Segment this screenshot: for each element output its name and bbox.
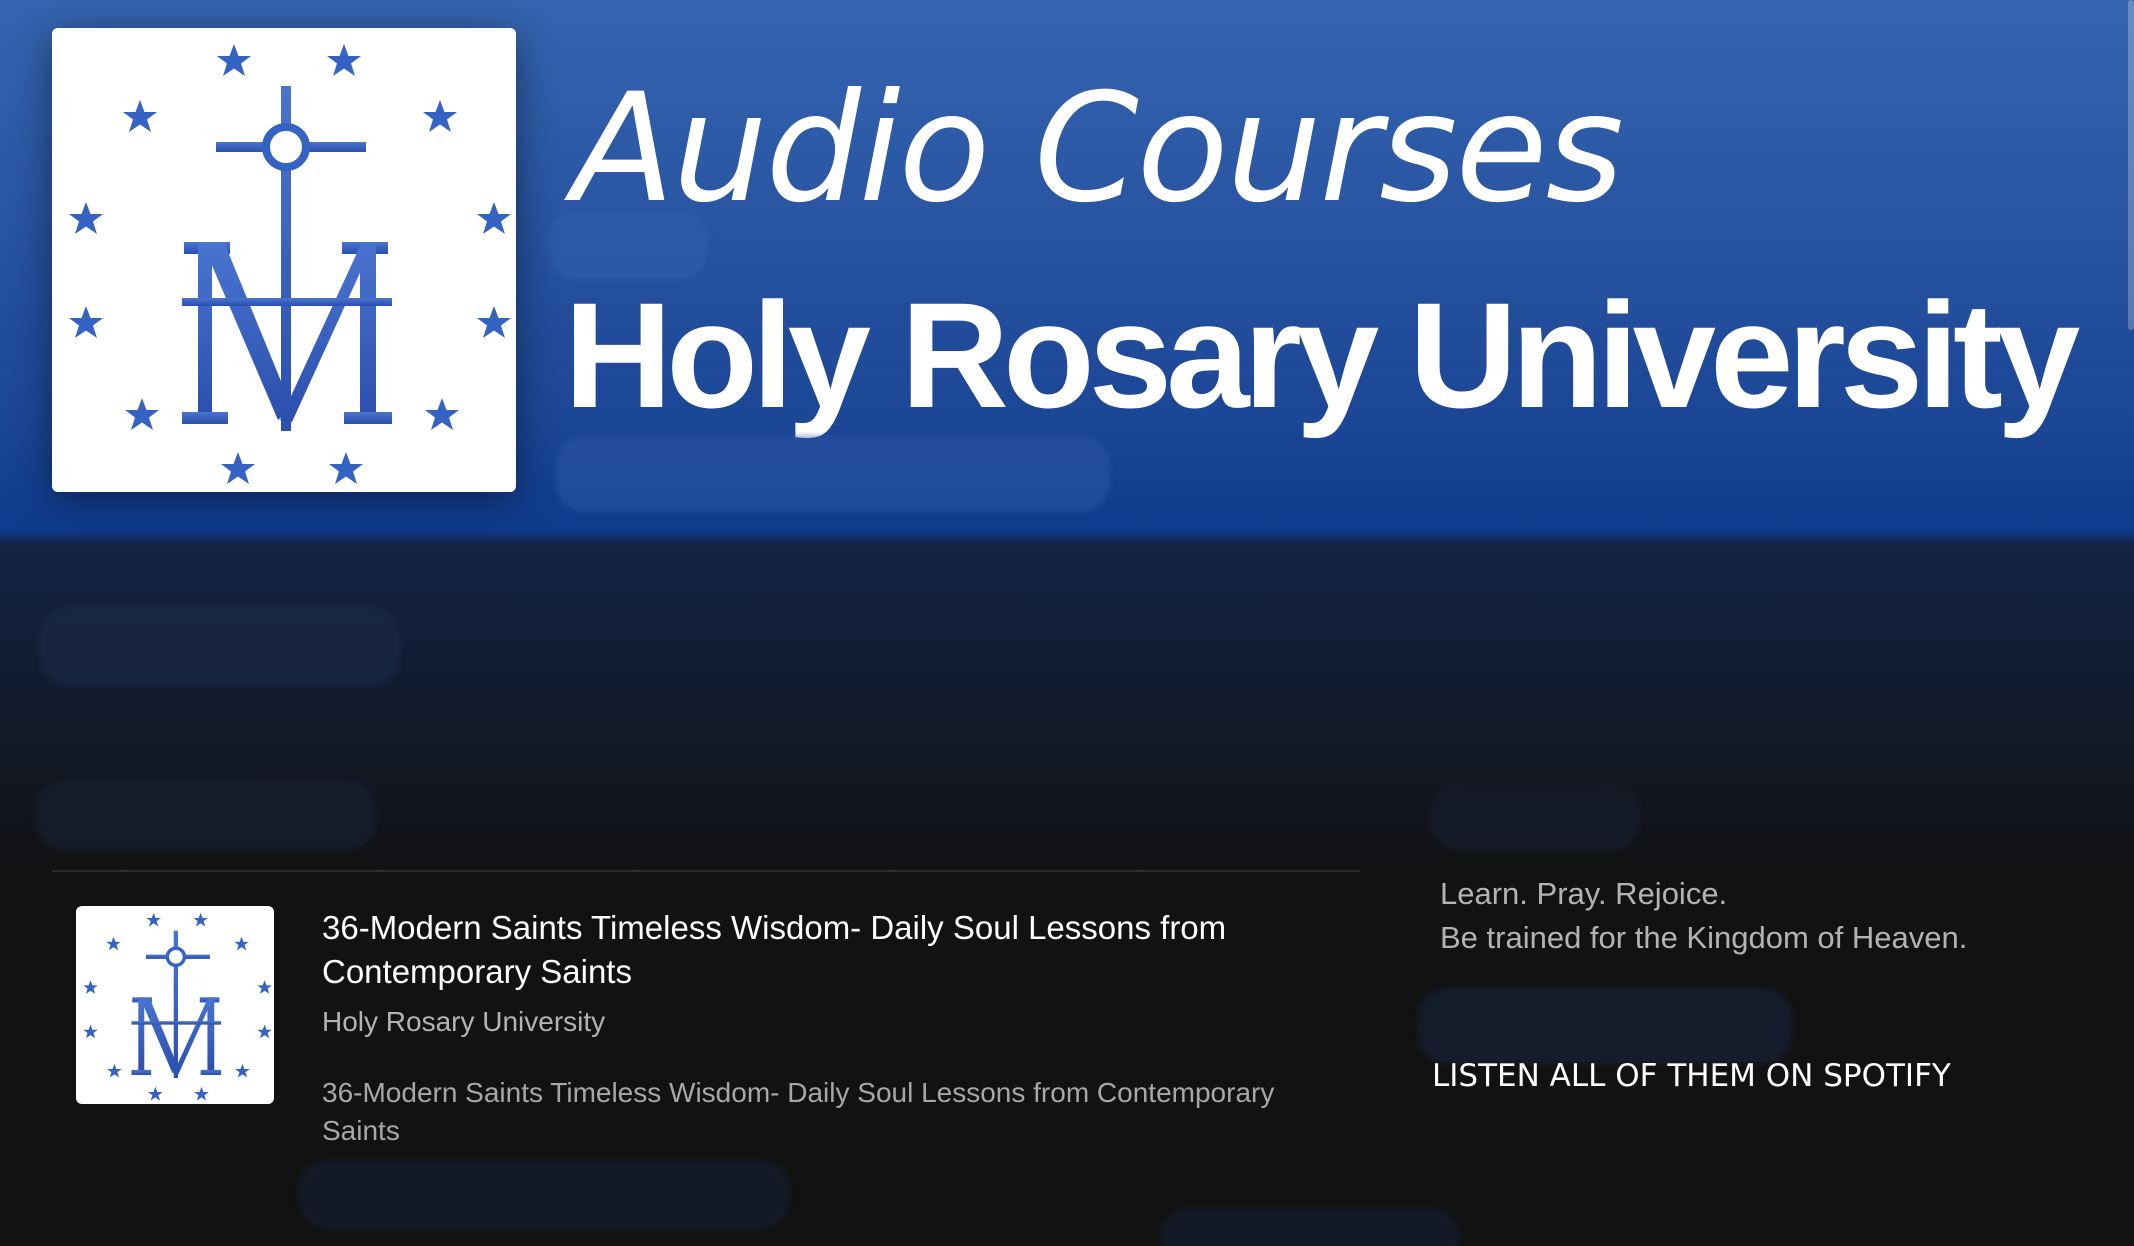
placeholder-pill: [548, 210, 708, 280]
tagline-line2: Be trained for the Kingdom of Heaven.: [1440, 920, 1968, 955]
tagline-line1: Learn. Pray. Rejoice.: [1440, 876, 1728, 911]
placeholder-pill: [40, 606, 400, 686]
placeholder-pill: [36, 780, 376, 850]
episode-list-item[interactable]: 36-Modern Saints Timeless Wisdom- Daily …: [76, 906, 1360, 1146]
section-divider: [52, 870, 1360, 872]
marian-cross-m-logo-icon: [69, 44, 511, 484]
header-title-audio-courses: Audio Courses: [572, 62, 1624, 236]
episode-show-name[interactable]: Holy Rosary University: [322, 1004, 605, 1040]
episode-thumbnail[interactable]: [76, 906, 274, 1104]
placeholder-pill: [556, 436, 1110, 512]
placeholder-pill: [1160, 1208, 1460, 1246]
scrollbar-thumb[interactable]: [2128, 0, 2134, 330]
show-tagline: Learn. Pray. Rejoice. Be trained for the…: [1440, 872, 1967, 960]
header-title-university: Holy Rosary University: [564, 271, 2080, 439]
episode-description: 36-Modern Saints Timeless Wisdom- Daily …: [322, 1077, 1275, 1146]
placeholder-pill: [298, 1160, 790, 1230]
episode-title[interactable]: 36-Modern Saints Timeless Wisdom- Daily …: [322, 906, 1322, 994]
podcast-page: Audio Courses Holy Rosary University 36-…: [0, 0, 2134, 1246]
show-cover-art: [52, 28, 516, 492]
placeholder-pill: [1418, 988, 1792, 1064]
listen-on-spotify-link[interactable]: LISTEN ALL OF THEM ON SPOTIFY: [1432, 1054, 1951, 1098]
placeholder-pill: [1430, 784, 1640, 850]
marian-cross-m-logo-icon: [83, 912, 272, 1101]
